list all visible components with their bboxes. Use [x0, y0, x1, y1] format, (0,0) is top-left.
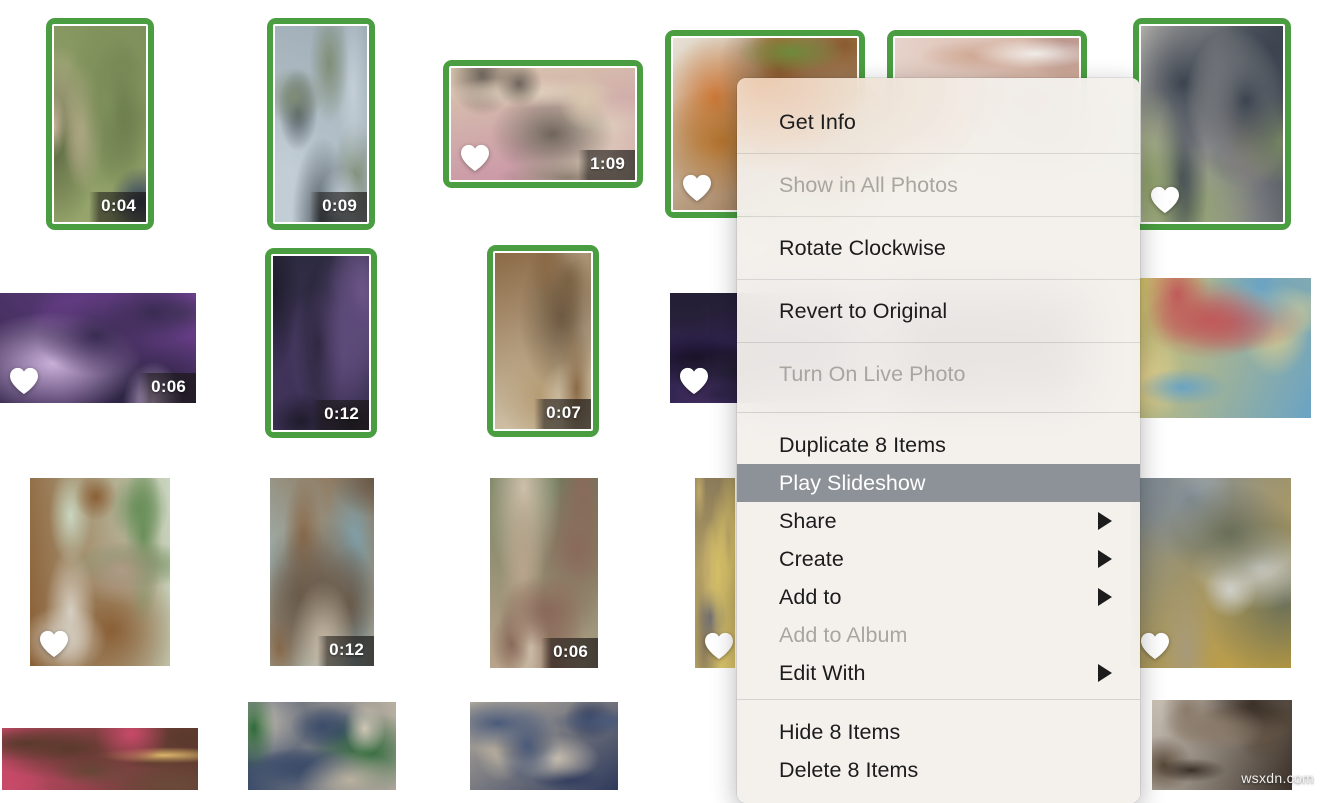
- menu-item-label: Show in All Photos: [779, 172, 958, 197]
- thumbnail-image: 0:06: [490, 478, 598, 668]
- photo-artwork: [2, 728, 198, 790]
- video-duration-badge: 0:09: [310, 192, 367, 222]
- photo-artwork: [470, 702, 618, 790]
- menu-item-delete-8-items[interactable]: Delete 8 Items: [737, 751, 1140, 789]
- video-duration-badge: 0:12: [312, 400, 369, 430]
- submenu-arrow-icon: [1098, 664, 1112, 682]
- photo-artwork: [248, 702, 396, 790]
- video-duration-badge: 0:06: [541, 638, 598, 668]
- thumbnail-image: [30, 478, 170, 666]
- photo-thumbnail[interactable]: [470, 702, 618, 790]
- menu-item-play-slideshow[interactable]: Play Slideshow: [737, 464, 1140, 502]
- photo-thumbnail[interactable]: [248, 702, 396, 790]
- photo-thumbnail[interactable]: [1133, 278, 1311, 418]
- photo-thumbnail[interactable]: [30, 478, 170, 666]
- menu-item-label: Get Info: [779, 109, 856, 134]
- video-duration-badge: 1:09: [578, 150, 635, 180]
- video-duration-badge: 0:12: [317, 636, 374, 666]
- submenu-arrow-icon: [1098, 512, 1112, 530]
- menu-item-label: Turn On Live Photo: [779, 361, 966, 386]
- menu-item-label: Share: [779, 508, 837, 533]
- thumbnail-image: [2, 728, 198, 790]
- favorite-heart-icon: [9, 367, 39, 395]
- thumbnail-image: 0:09: [273, 24, 369, 224]
- thumbnail-image: [470, 702, 618, 790]
- menu-group-padding: [737, 700, 1140, 713]
- video-duration-badge: 0:07: [534, 399, 591, 429]
- photo-thumbnail[interactable]: [1133, 18, 1291, 230]
- menu-item-add-to-album: Add to Album: [737, 616, 1140, 654]
- photo-thumbnail[interactable]: 0:09: [267, 18, 375, 230]
- favorite-heart-icon: [460, 144, 490, 172]
- menu-item-edit-with[interactable]: Edit With: [737, 654, 1140, 692]
- photo-thumbnail[interactable]: 0:12: [270, 478, 374, 666]
- video-duration-badge: 0:04: [89, 192, 146, 222]
- thumbnail-image: 0:12: [270, 478, 374, 666]
- site-watermark: wsxdn.com: [1241, 770, 1314, 786]
- favorite-heart-icon: [39, 630, 69, 658]
- thumbnail-image: [695, 478, 735, 668]
- submenu-arrow-icon: [1098, 550, 1112, 568]
- thumbnail-image: [1139, 24, 1285, 224]
- menu-item-turn-on-live-photo: Turn On Live Photo: [737, 343, 1140, 405]
- photo-artwork: [1133, 278, 1311, 418]
- menu-item-label: Edit With: [779, 660, 866, 685]
- favorite-heart-icon: [679, 367, 709, 395]
- photo-thumbnail[interactable]: 0:07: [487, 245, 599, 437]
- photo-thumbnail[interactable]: 0:06: [0, 293, 196, 403]
- menu-group-padding: [737, 413, 1140, 426]
- menu-item-rotate-clockwise[interactable]: Rotate Clockwise: [737, 217, 1140, 279]
- favorite-heart-icon: [1140, 632, 1170, 660]
- menu-item-add-to[interactable]: Add to: [737, 578, 1140, 616]
- context-menu-items: Get Info Show in All Photos Rotate Clockwi…: [737, 78, 1140, 803]
- menu-bottom-padding: [737, 789, 1140, 803]
- menu-item-hide-8-items[interactable]: Hide 8 Items: [737, 713, 1140, 751]
- photo-thumbnail[interactable]: 0:12: [265, 248, 377, 438]
- thumbnail-image: 0:06: [0, 293, 196, 403]
- menu-item-show-in-all-photos: Show in All Photos: [737, 154, 1140, 216]
- thumbnail-image: 0:07: [493, 251, 593, 431]
- thumbnail-image: 0:12: [271, 254, 371, 432]
- favorite-heart-icon: [704, 632, 734, 660]
- menu-item-label: Delete 8 Items: [779, 757, 919, 782]
- thumbnail-image: [1133, 278, 1311, 418]
- favorite-heart-icon: [682, 174, 712, 202]
- menu-item-label: Add to Album: [779, 622, 908, 647]
- photos-context-menu[interactable]: Get Info Show in All Photos Rotate Clockwi…: [737, 78, 1140, 803]
- menu-item-share[interactable]: Share: [737, 502, 1140, 540]
- menu-item-label: Create: [779, 546, 844, 571]
- photo-thumbnail[interactable]: 0:06: [490, 478, 598, 668]
- thumbnail-image: [1131, 478, 1291, 668]
- menu-item-label: Hide 8 Items: [779, 719, 901, 744]
- photo-thumbnail[interactable]: 0:04: [46, 18, 154, 230]
- menu-top-padding: [737, 78, 1140, 91]
- menu-item-label: Add to: [779, 584, 842, 609]
- thumbnail-image: [248, 702, 396, 790]
- submenu-arrow-icon: [1098, 588, 1112, 606]
- menu-item-label: Revert to Original: [779, 298, 948, 323]
- menu-item-revert-to-original[interactable]: Revert to Original: [737, 280, 1140, 342]
- favorite-heart-icon: [1150, 186, 1180, 214]
- thumbnail-image: 1:09: [449, 66, 637, 182]
- photo-thumbnail[interactable]: [695, 478, 735, 668]
- video-duration-badge: 0:06: [139, 373, 196, 403]
- menu-item-create[interactable]: Create: [737, 540, 1140, 578]
- menu-item-duplicate-8-items[interactable]: Duplicate 8 Items: [737, 426, 1140, 464]
- photo-thumbnail[interactable]: 1:09: [443, 60, 643, 188]
- thumbnail-image: 0:04: [52, 24, 148, 224]
- menu-item-label: Play Slideshow: [779, 470, 926, 495]
- menu-item-get-info[interactable]: Get Info: [737, 91, 1140, 153]
- menu-item-label: Rotate Clockwise: [779, 235, 946, 260]
- photo-thumbnail[interactable]: [1131, 478, 1291, 668]
- menu-item-label: Duplicate 8 Items: [779, 432, 946, 457]
- photo-thumbnail[interactable]: [2, 728, 198, 790]
